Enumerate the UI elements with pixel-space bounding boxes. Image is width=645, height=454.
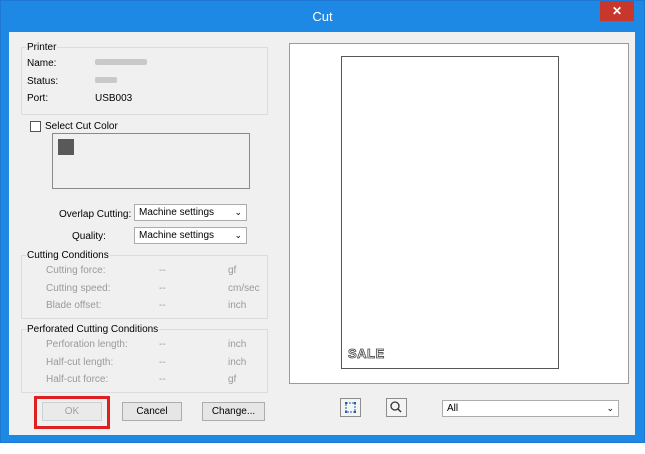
perforation-length-label: Perforation length: bbox=[46, 339, 128, 350]
view-select[interactable]: All ⌄ bbox=[442, 400, 619, 417]
fit-to-page-button[interactable] bbox=[340, 398, 361, 417]
cutting-force-value: -- bbox=[159, 265, 166, 276]
printer-port-label: Port: bbox=[27, 93, 49, 104]
printer-port-value: USB003 bbox=[95, 93, 133, 104]
cutting-speed-unit: cm/sec bbox=[228, 283, 260, 294]
window-title: Cut bbox=[312, 9, 333, 24]
cut-color-list[interactable] bbox=[52, 133, 250, 189]
blade-offset-value: -- bbox=[159, 300, 166, 311]
blade-offset-label: Blade offset: bbox=[46, 300, 102, 311]
overlap-cutting-label: Overlap Cutting: bbox=[59, 209, 132, 220]
chevron-down-icon: ⌄ bbox=[234, 230, 242, 240]
close-button[interactable]: ✕ bbox=[600, 1, 634, 21]
perforation-length-unit: inch bbox=[228, 339, 247, 350]
quality-label: Quality: bbox=[72, 231, 106, 242]
perforation-length-value: -- bbox=[159, 339, 166, 350]
cut-dialog: Cut ✕ Printer Name: Status: Port: USB003… bbox=[0, 0, 645, 443]
fit-to-page-icon bbox=[345, 402, 356, 413]
select-cut-color-label[interactable]: Select Cut Color bbox=[45, 121, 118, 132]
view-select-value: All bbox=[447, 403, 459, 414]
perforated-conditions-label: Perforated Cutting Conditions bbox=[26, 324, 160, 335]
page-outline: SALE bbox=[341, 56, 559, 369]
quality-value: Machine settings bbox=[139, 230, 215, 241]
half-cut-length-unit: inch bbox=[228, 357, 247, 368]
cutting-speed-value: -- bbox=[159, 283, 166, 294]
overlap-cutting-select[interactable]: Machine settings ⌄ bbox=[134, 204, 247, 221]
printer-name-label: Name: bbox=[27, 58, 57, 69]
blade-offset-unit: inch bbox=[228, 300, 247, 311]
printer-group-label: Printer bbox=[26, 42, 58, 53]
cutting-force-label: Cutting force: bbox=[46, 265, 106, 276]
preview-pane: SALE bbox=[289, 43, 629, 384]
dialog-body: Printer Name: Status: Port: USB003 Selec… bbox=[9, 32, 635, 435]
overlap-cutting-value: Machine settings bbox=[139, 207, 215, 218]
chevron-down-icon: ⌄ bbox=[234, 207, 242, 217]
cutting-force-unit: gf bbox=[228, 265, 237, 276]
half-cut-length-label: Half-cut length: bbox=[46, 357, 114, 368]
half-cut-force-value: -- bbox=[159, 374, 166, 385]
printer-status-label: Status: bbox=[27, 76, 59, 87]
chevron-down-icon: ⌄ bbox=[606, 403, 614, 413]
change-button[interactable]: Change... bbox=[202, 402, 265, 421]
close-icon: ✕ bbox=[611, 4, 623, 18]
cutting-conditions-label: Cutting Conditions bbox=[26, 250, 110, 261]
half-cut-length-value: -- bbox=[159, 357, 166, 368]
sale-text: SALE bbox=[348, 346, 385, 362]
printer-status-value bbox=[95, 77, 117, 83]
ok-button-highlight bbox=[34, 396, 110, 429]
cut-color-swatch[interactable] bbox=[58, 139, 74, 155]
magnifier-icon bbox=[390, 401, 402, 413]
title-bar: Cut ✕ bbox=[1, 1, 644, 32]
cancel-button[interactable]: Cancel bbox=[122, 402, 182, 421]
half-cut-force-label: Half-cut force: bbox=[46, 374, 109, 385]
zoom-button[interactable] bbox=[386, 398, 407, 417]
half-cut-force-unit: gf bbox=[228, 374, 237, 385]
printer-name-value bbox=[95, 59, 147, 65]
select-cut-color-checkbox[interactable] bbox=[30, 121, 41, 132]
cutting-speed-label: Cutting speed: bbox=[46, 283, 111, 294]
quality-select[interactable]: Machine settings ⌄ bbox=[134, 227, 247, 244]
